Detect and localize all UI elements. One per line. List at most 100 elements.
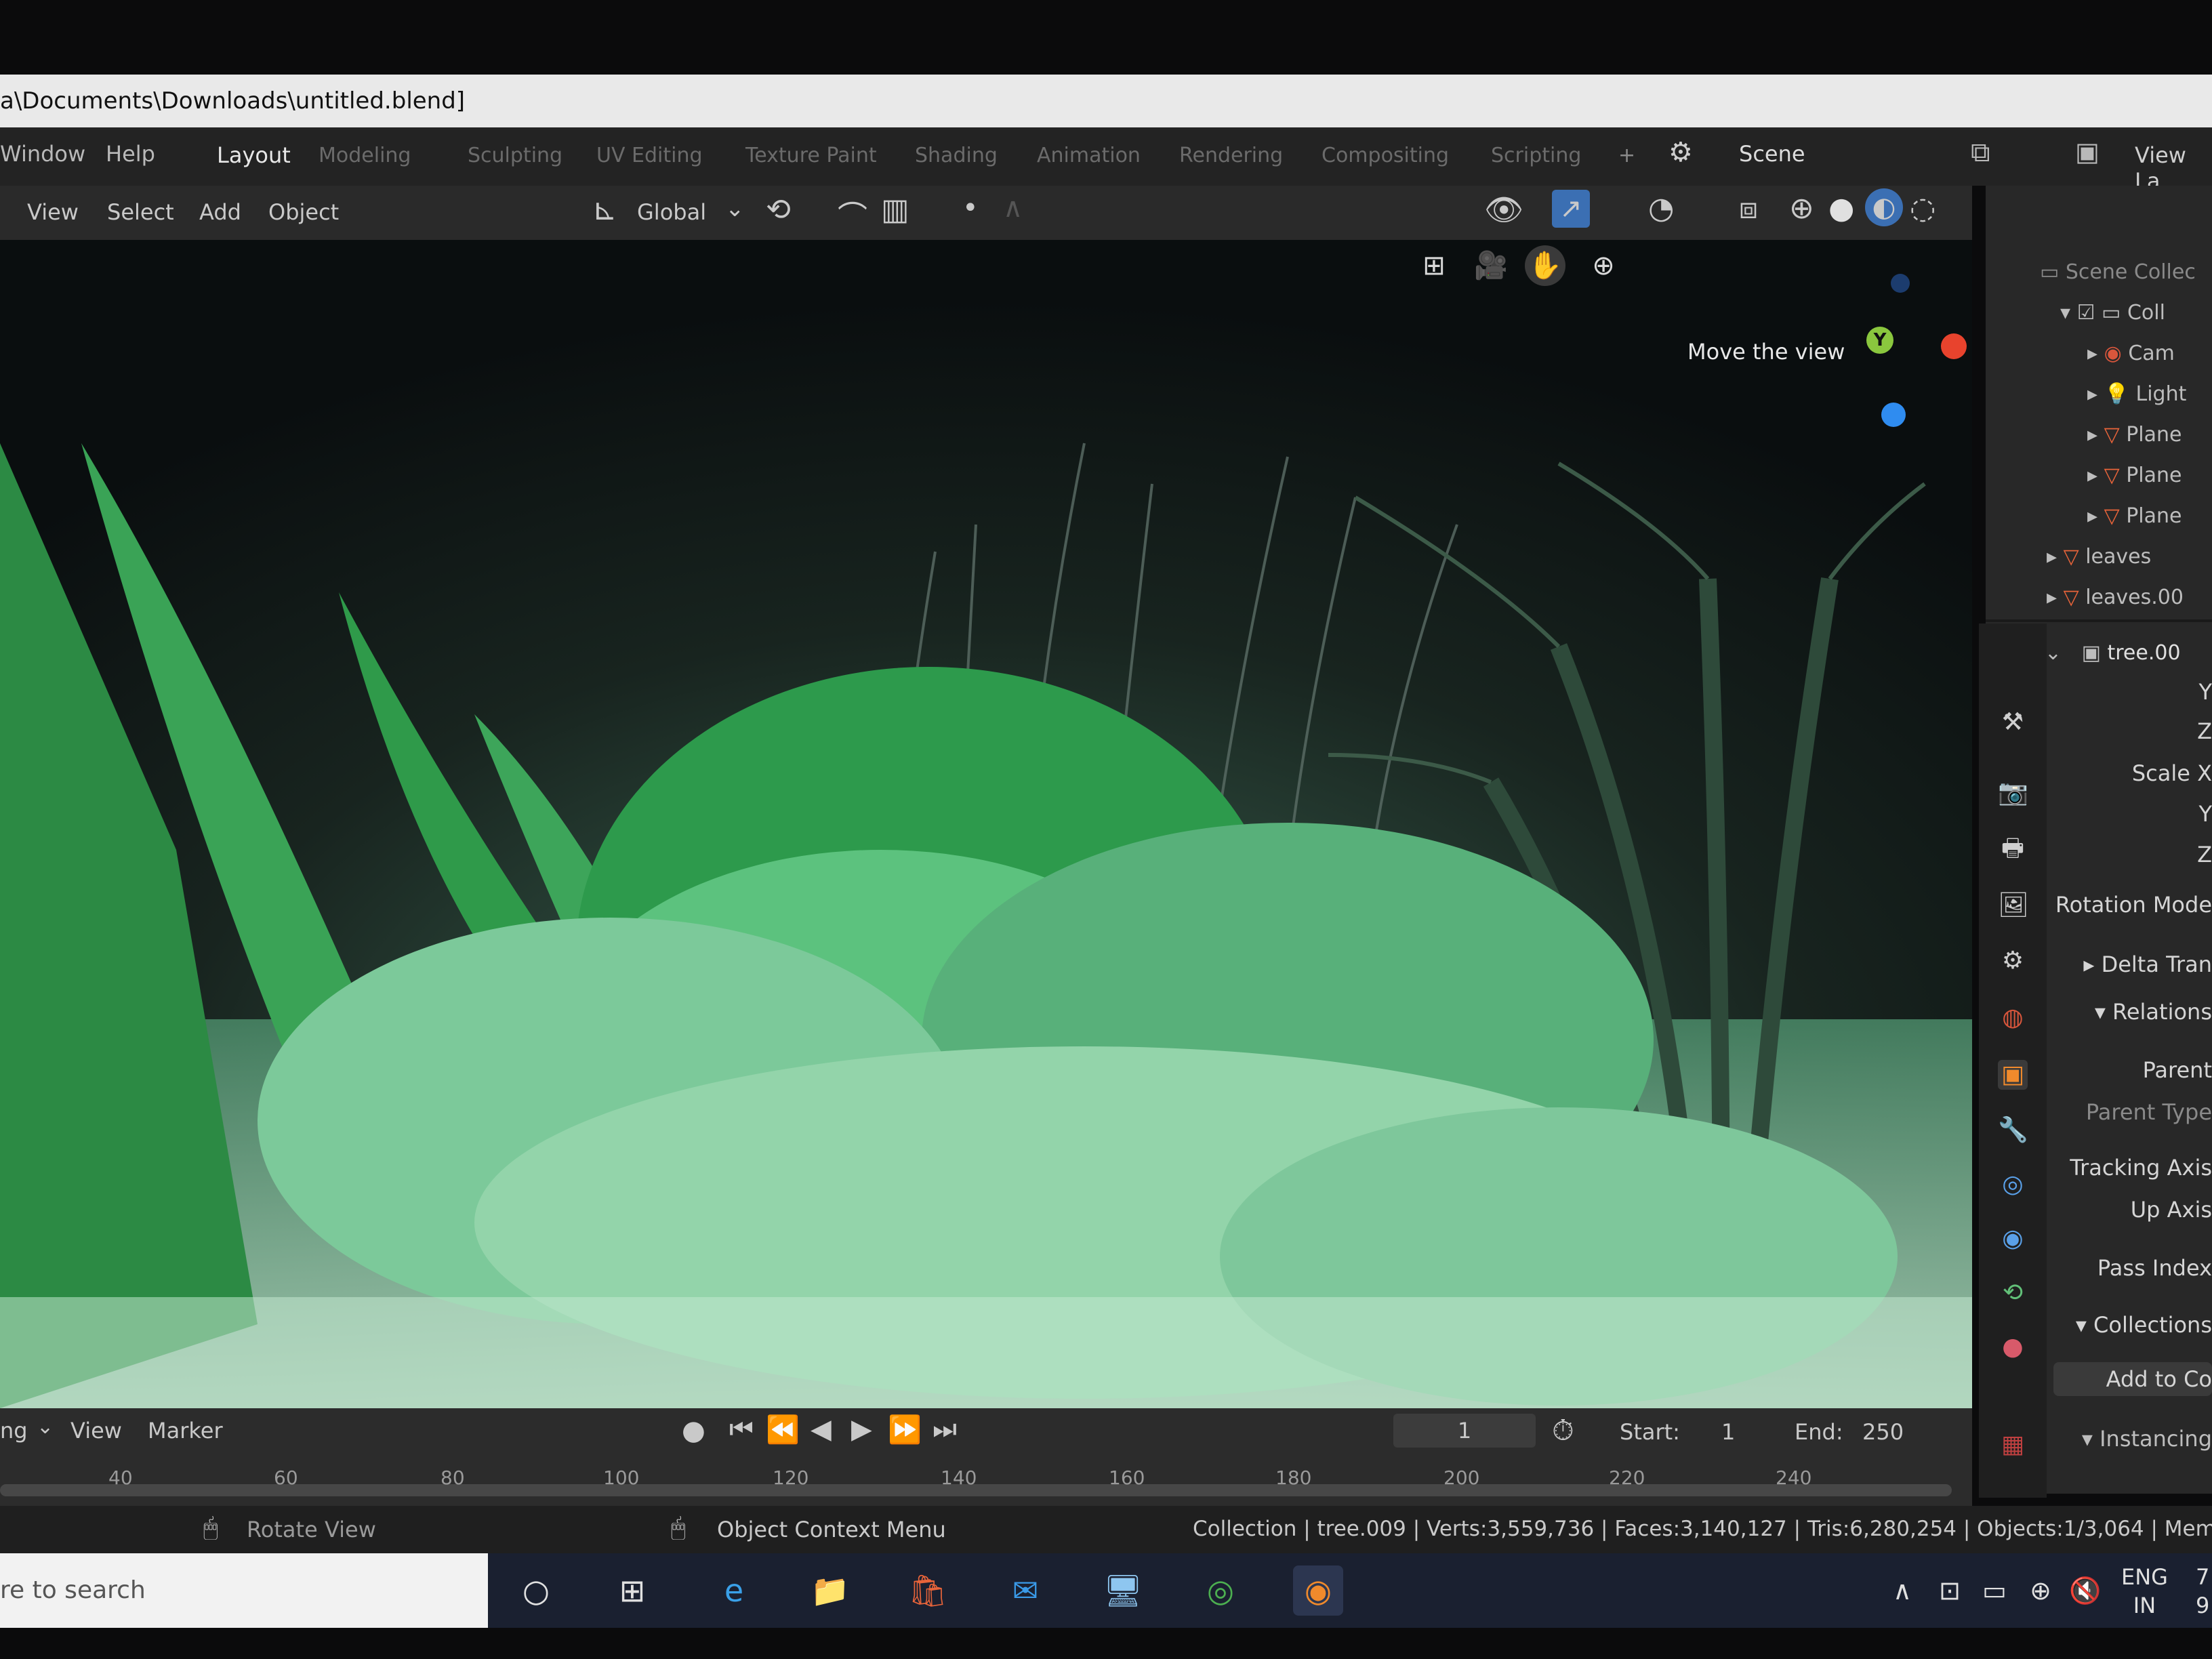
outliner-plane-3[interactable]: ▸ ▽ Plane [2087,504,2182,528]
tab-texture-paint[interactable]: Texture Paint [745,144,877,167]
3d-viewport[interactable]: ⊞ 🎥 ✋ ⊕ Move the view Y [0,240,1972,1408]
jump-to-start-icon[interactable]: ⏮ [729,1414,754,1445]
camera-icon[interactable]: 🎥 [1471,245,1511,286]
outliner-leaves-001[interactable]: ▸ ▽ leaves.00 [2047,586,2184,609]
tab-rendering[interactable]: Rendering [1179,144,1283,167]
chevron-down-icon[interactable]: ⌄ [37,1415,54,1439]
timeline-mode-menu[interactable]: ng [0,1418,28,1443]
view-layer-icon[interactable]: ▣ [2075,137,2100,167]
show-hidden-icons-icon[interactable]: ∧ [1877,1565,1927,1616]
computer-icon[interactable]: 🖥 [1098,1565,1148,1616]
scene-name[interactable]: Scene [1739,141,1805,167]
output-properties-icon[interactable]: 🖶 [1998,834,2028,863]
zoom-view-icon[interactable]: ⊕ [1583,245,1624,286]
record-button-icon[interactable]: ● [682,1415,705,1446]
jump-to-keyframe-prev-icon[interactable]: ⏪ [766,1414,800,1446]
world-properties-icon[interactable]: ◍ [1998,1003,2028,1033]
play-reverse-icon[interactable]: ◀ [811,1414,832,1445]
timeline-marker-menu[interactable]: Marker [148,1418,223,1443]
checkbox-icon[interactable]: ☑ [2077,301,2102,325]
outliner-collection[interactable]: ▾ ☑ ▭ Coll [2060,301,2165,325]
scene-icon[interactable]: ⚙ [1668,137,1693,168]
play-icon[interactable]: ▶ [851,1414,872,1445]
texture-properties-icon[interactable]: ▦ [1998,1430,2028,1460]
solid-shading-icon[interactable]: ● [1828,191,1854,226]
xray-icon[interactable]: ⧈ [1739,191,1758,226]
falloff-icon[interactable]: ∧ [1003,192,1023,224]
transform-orientation-dropdown[interactable]: Global [637,199,706,225]
snap-icon[interactable]: ⌒ [838,192,867,236]
timeline-view-menu[interactable]: View [70,1418,122,1443]
stopwatch-icon[interactable]: ⏱ [1552,1414,1574,1448]
current-frame-field[interactable]: 1 [1393,1414,1536,1448]
start-frame-field[interactable]: 1 [1721,1419,1735,1445]
gizmo-neg-z-dot[interactable] [1891,274,1910,293]
chevron-down-icon[interactable]: ⌄ [725,195,745,222]
proportional-editing-icon[interactable]: • [962,192,979,224]
instancing-panel[interactable]: ▾ Instancing [2082,1426,2212,1452]
menu-object[interactable]: Object [268,199,339,225]
mail-icon[interactable]: ✉ [1000,1565,1050,1616]
physics-properties-icon[interactable]: ◉ [1998,1224,2028,1254]
cortana-icon[interactable]: ○ [511,1565,561,1616]
edge-browser-icon[interactable]: e [709,1565,759,1616]
pivot-point-icon[interactable]: ⟲ [766,192,791,227]
tab-compositing[interactable]: Compositing [1322,144,1449,167]
network-icon[interactable]: ⊕ [2015,1565,2066,1616]
relations-panel[interactable]: ▾ Relations [2095,999,2212,1025]
tab-uv-editing[interactable]: UV Editing [596,144,703,167]
outliner-camera[interactable]: ▸ ◉ Cam [2087,342,2175,365]
scene-properties-icon[interactable]: ⚙ [1998,946,2028,976]
toggle-camera-view-icon[interactable]: ⊞ [1414,245,1454,286]
clock[interactable]: 79 [2196,1563,2209,1620]
object-properties-icon[interactable]: ▣ [1998,1060,2028,1090]
collections-panel[interactable]: ▾ Collections [2076,1312,2212,1338]
menu-window[interactable]: Window [0,141,85,167]
battery-icon[interactable]: ▭ [1969,1565,2020,1616]
chrome-icon[interactable]: ◎ [1195,1565,1246,1616]
add-to-collection-button[interactable]: Add to Co [2053,1362,2212,1396]
gizmo-z-axis[interactable] [1881,403,1906,427]
delta-transform-panel[interactable]: ▸ Delta Tran [2083,951,2212,977]
particles-properties-icon[interactable]: ◎ [1998,1170,2028,1200]
outliner-light[interactable]: ▸ 💡 Light [2087,382,2186,406]
menu-add[interactable]: Add [199,199,241,225]
menu-select[interactable]: Select [107,199,174,225]
overlays-icon[interactable]: ◔ [1648,191,1674,226]
constraints-properties-icon[interactable]: ⟲ [1998,1278,2028,1308]
tab-layout[interactable]: Layout [217,142,291,168]
modifier-properties-icon[interactable]: 🔧 [1998,1115,2028,1145]
tab-shading[interactable]: Shading [915,144,998,167]
tab-sculpting[interactable]: Sculpting [468,144,562,167]
tab-modeling[interactable]: Modeling [319,144,411,167]
outliner-leaves[interactable]: ▸ ▽ leaves [2047,545,2151,569]
menu-help[interactable]: Help [106,141,155,167]
store-icon[interactable]: 🛍 [903,1565,953,1616]
outliner-scene-collection[interactable]: ▭ Scene Collec [2040,260,2196,284]
task-view-icon[interactable]: ⊞ [607,1565,657,1616]
gizmo-y-axis[interactable]: Y [1866,327,1893,354]
notification-device-icon[interactable]: ⊡ [1925,1565,1975,1616]
tool-settings-icon[interactable]: ⚒ [1998,708,2028,737]
tab-scripting[interactable]: Scripting [1491,144,1581,167]
gizmo-x-axis[interactable] [1941,333,1967,359]
properties-object-header[interactable]: ☰⌄ ▣ tree.00 [2026,641,2181,665]
move-view-hand-icon[interactable]: ✋ [1525,245,1565,286]
material-preview-icon[interactable]: ◐ [1865,188,1903,226]
gizmo-toggle-icon[interactable]: ↗ [1552,190,1590,228]
duplicate-scene-icon[interactable]: ⧉ [1971,137,1990,168]
jump-to-keyframe-next-icon[interactable]: ⏩ [888,1414,922,1446]
end-frame-field[interactable]: 250 [1862,1419,1904,1445]
volume-muted-icon[interactable]: 🔇 [2060,1565,2110,1616]
outliner-plane-2[interactable]: ▸ ▽ Plane [2087,464,2182,487]
view-layer-properties-icon[interactable]: 🖼 [1998,890,2029,920]
outliner-plane-1[interactable]: ▸ ▽ Plane [2087,423,2182,447]
rendered-shading-icon[interactable]: ◌ [1910,191,1936,226]
visibility-icon[interactable]: 👁 [1484,191,1523,228]
file-explorer-icon[interactable]: 📁 [805,1565,855,1616]
taskbar-search-input[interactable]: re to search [0,1553,488,1628]
render-properties-icon[interactable]: 📷 [1998,778,2028,808]
tab-animation[interactable]: Animation [1037,144,1141,167]
add-workspace-button[interactable]: + [1618,144,1635,167]
snap-target-icon[interactable]: ▥ [881,192,909,227]
